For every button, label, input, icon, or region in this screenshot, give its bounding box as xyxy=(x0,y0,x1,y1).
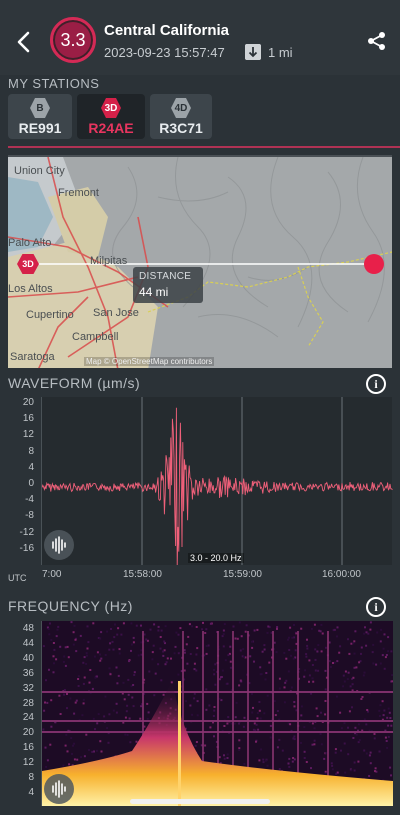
header-bar: 3.3 Central California 2023-09-23 15:57:… xyxy=(0,0,400,75)
stations-section-label: MY STATIONS xyxy=(8,76,100,91)
map-city-label: Palo Alto xyxy=(8,237,52,249)
frequency-y-tick: 32 xyxy=(22,682,34,694)
station-code: R3C71 xyxy=(159,120,203,136)
distance-label: DISTANCE xyxy=(139,271,192,282)
distance-callout: DISTANCE 44 mi xyxy=(133,267,203,303)
sound-wave-icon xyxy=(52,780,66,798)
station-code: RE991 xyxy=(18,120,62,136)
station-chip-r24ae[interactable]: 3D R24AE xyxy=(77,94,145,139)
map-city-label: Union City xyxy=(14,165,65,177)
distance-value: 44 mi xyxy=(139,285,169,299)
waveform-chart xyxy=(41,397,393,567)
waveform-y-tick: -12 xyxy=(19,526,34,538)
station-code: R24AE xyxy=(88,120,134,136)
frequency-y-tick: 12 xyxy=(22,757,34,769)
waveform-y-tick: 16 xyxy=(22,413,34,425)
epicenter-marker[interactable] xyxy=(364,254,384,274)
map-city-label: Milpitas xyxy=(90,255,128,267)
frequency-title: FREQUENCY (Hz) xyxy=(8,598,133,614)
frequency-y-tick: 44 xyxy=(22,637,34,649)
event-title: Central California xyxy=(104,22,230,39)
chevron-left-icon[interactable] xyxy=(12,28,36,56)
waveform-plot xyxy=(41,397,393,567)
map-attribution[interactable]: Map © OpenStreetMap contributors xyxy=(84,357,215,366)
home-indicator[interactable] xyxy=(130,799,270,804)
magnitude-badge: 3.3 xyxy=(50,17,96,63)
event-depth: 1 mi xyxy=(268,45,293,60)
frequency-y-tick: 36 xyxy=(22,667,34,679)
spectrogram-audio-button[interactable] xyxy=(44,774,74,804)
map-city-label: Campbell xyxy=(72,331,119,343)
sound-wave-icon xyxy=(52,536,66,554)
waveform-x-tick: 16:00:00 xyxy=(322,569,361,580)
frequency-y-tick: 40 xyxy=(22,652,34,664)
stations-divider xyxy=(8,146,400,148)
frequency-y-tick: 28 xyxy=(22,697,34,709)
station-chip-r3c71[interactable]: 4D R3C71 xyxy=(150,94,212,139)
waveform-x-tick: 15:59:00 xyxy=(223,569,262,580)
map-city-label: Saratoga xyxy=(10,351,55,363)
event-map[interactable]: Union City Fremont Palo Alto Milpitas Lo… xyxy=(8,155,392,368)
frequency-y-tick: 20 xyxy=(22,727,34,739)
spectrogram-chart xyxy=(41,621,394,808)
waveform-y-tick: -8 xyxy=(25,510,34,522)
station-badge-icon: 4D xyxy=(171,98,191,118)
map-city-label: Fremont xyxy=(58,187,99,199)
waveform-y-tick: 12 xyxy=(22,429,34,441)
map-city-label: Los Altos xyxy=(8,283,53,295)
map-city-label: San Jose xyxy=(93,307,139,319)
waveform-trace xyxy=(41,407,393,567)
station-badge-icon: B xyxy=(30,98,50,118)
waveform-y-tick: -4 xyxy=(25,494,34,506)
filter-band-label: 3.0 - 20.0 Hz xyxy=(188,553,244,563)
waveform-x-tick: 15:58:00 xyxy=(123,569,162,580)
arrow-down-icon xyxy=(245,44,261,60)
info-icon[interactable]: i xyxy=(366,597,386,617)
info-icon[interactable]: i xyxy=(366,374,386,394)
waveform-audio-button[interactable] xyxy=(44,530,74,560)
frequency-y-tick: 48 xyxy=(22,623,34,634)
spectrogram-plot xyxy=(42,621,394,808)
station-badge-icon: 3D xyxy=(101,98,121,118)
waveform-y-tick: -16 xyxy=(19,542,34,554)
waveform-y-tick: 8 xyxy=(28,445,34,457)
frequency-y-tick: 16 xyxy=(22,742,34,754)
waveform-y-tick: 0 xyxy=(28,478,34,489)
waveform-y-tick: 4 xyxy=(28,461,34,473)
frequency-y-tick: 4 xyxy=(28,786,34,798)
waveform-title: WAVEFORM (µm/s) xyxy=(8,375,141,391)
magnitude-value: 3.3 xyxy=(60,29,86,50)
waveform-x-tick: 7:00 xyxy=(42,569,62,580)
frequency-y-tick: 24 xyxy=(22,712,34,724)
map-city-label: Cupertino xyxy=(26,309,74,321)
share-icon[interactable] xyxy=(366,30,388,52)
station-chip-re991[interactable]: B RE991 xyxy=(8,94,72,139)
utc-label: UTC xyxy=(8,573,27,583)
frequency-y-tick: 8 xyxy=(28,772,34,783)
waveform-y-tick: 20 xyxy=(22,397,34,408)
event-datetime: 2023-09-23 15:57:47 xyxy=(104,45,225,60)
